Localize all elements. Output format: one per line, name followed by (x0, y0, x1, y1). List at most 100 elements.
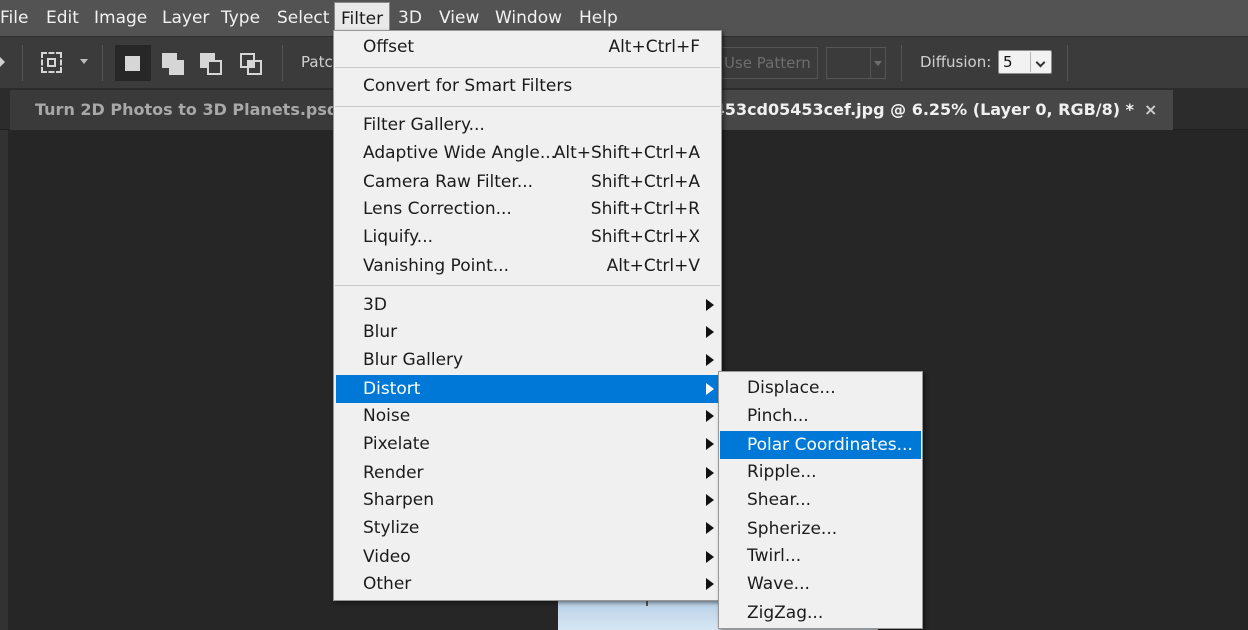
add-to-selection-icon[interactable] (158, 48, 190, 78)
tab-active-document[interactable]: 071611453cd05453cef.jpg @ 6.25% (Layer 0… (700, 90, 1173, 130)
menu-separator (335, 106, 720, 107)
menu-item-label: Liquify... (363, 227, 434, 247)
chevron-down-icon[interactable] (80, 59, 88, 64)
menu-item-shortcut: Shift+Ctrl+A (590, 172, 700, 192)
submenu-arrow-icon (706, 326, 714, 338)
menu-item-label: Blur (363, 322, 398, 342)
menu-item-label: Spherize... (747, 519, 838, 539)
close-icon[interactable]: × (1144, 90, 1157, 130)
submenu-arrow-icon (706, 467, 714, 479)
tab-title: Turn 2D Photos to 3D Planets.psd @ 16. (35, 100, 340, 119)
menu-item-distort[interactable]: Distort (336, 375, 719, 403)
chevron-down-icon (1035, 57, 1046, 68)
menu-item-lens-correction[interactable]: Lens Correction... Shift+Ctrl+R (336, 195, 719, 223)
diffusion-select[interactable]: 5 (998, 50, 1052, 74)
chevron-down-icon (874, 61, 882, 66)
patch-tool-icon[interactable] (38, 48, 70, 78)
menu-item-liquify[interactable]: Liquify... Shift+Ctrl+X (336, 223, 719, 251)
menu-item-shortcut: Shift+Ctrl+R (590, 199, 700, 219)
menu-item-wave[interactable]: Wave... (720, 570, 921, 598)
menu-item-shortcut: Alt+Shift+Ctrl+A (553, 143, 700, 163)
tool-preset-arrow-icon[interactable] (0, 57, 5, 67)
menu-file[interactable]: File (0, 0, 28, 36)
menu-item-twirl[interactable]: Twirl... (720, 542, 921, 570)
menu-edit[interactable]: Edit (46, 0, 79, 36)
diffusion-value: 5 (1003, 53, 1013, 71)
intersect-selection-icon[interactable] (236, 48, 268, 78)
menu-item-label: Convert for Smart Filters (363, 76, 573, 96)
menu-item-label: Filter Gallery... (363, 115, 485, 135)
menu-item-zigzag[interactable]: ZigZag... (720, 599, 921, 627)
submenu-arrow-icon (706, 494, 714, 506)
menu-item-label: Render (363, 463, 424, 483)
menu-item-label: Ripple... (747, 462, 817, 482)
menu-item-label: Twirl... (747, 546, 802, 566)
menu-item-label: Wave... (747, 574, 810, 594)
diffusion-label: Diffusion: (920, 53, 992, 71)
menu-item-vanishing-point[interactable]: Vanishing Point... Alt+Ctrl+V (336, 252, 719, 280)
menu-item-label: Other (363, 574, 412, 594)
submenu-arrow-icon (706, 354, 714, 366)
menu-item-shortcut: Shift+Ctrl+X (590, 227, 700, 247)
tools-panel-edge (0, 130, 8, 630)
menu-type[interactable]: Type (221, 0, 260, 36)
menu-item-label: Pinch... (747, 406, 809, 426)
subtract-from-selection-icon[interactable] (196, 48, 228, 78)
separator (1067, 45, 1068, 81)
separator (901, 45, 902, 81)
separator (102, 45, 103, 81)
submenu-arrow-icon (706, 522, 714, 534)
use-pattern-button[interactable]: Use Pattern (712, 47, 818, 79)
menu-item-displace[interactable]: Displace... (720, 374, 921, 402)
menu-item-label: ZigZag... (747, 603, 824, 623)
separator (22, 45, 23, 81)
menu-item-label: 3D (363, 295, 387, 315)
pattern-picker[interactable] (826, 47, 886, 79)
menu-item-blur[interactable]: Blur (336, 318, 719, 346)
menu-item-label: Distort (363, 379, 421, 399)
menu-item-label: Lens Correction... (363, 199, 512, 219)
use-pattern-label: Use Pattern (724, 54, 811, 72)
menu-item-pinch[interactable]: Pinch... (720, 402, 921, 430)
menu-item-filter-gallery[interactable]: Filter Gallery... (336, 111, 719, 139)
menu-item-noise[interactable]: Noise (336, 402, 719, 430)
submenu-arrow-icon (706, 383, 714, 395)
menu-item-adaptive-wide-angle[interactable]: Adaptive Wide Angle... Alt+Shift+Ctrl+A (336, 139, 719, 167)
menu-item-label: Shear... (747, 490, 812, 510)
menu-item-blur-gallery[interactable]: Blur Gallery (336, 346, 719, 374)
menu-item-label: Stylize (363, 518, 420, 538)
menu-item-3d[interactable]: 3D (336, 291, 719, 319)
menu-item-convert-for-smart-filters[interactable]: Convert for Smart Filters (336, 72, 719, 100)
menu-item-pixelate[interactable]: Pixelate (336, 430, 719, 458)
menu-item-label: Offset (363, 37, 415, 57)
distort-submenu: Displace... Pinch... Polar Coordinates..… (718, 371, 923, 629)
submenu-arrow-icon (706, 551, 714, 563)
new-selection-icon[interactable] (115, 45, 151, 81)
menu-item-label: Vanishing Point... (363, 256, 509, 276)
submenu-arrow-icon (706, 410, 714, 422)
separator (282, 45, 283, 81)
menu-select[interactable]: Select (277, 0, 329, 36)
submenu-arrow-icon (706, 438, 714, 450)
menu-item-shortcut: Alt+Ctrl+F (608, 37, 700, 57)
menu-layer[interactable]: Layer (162, 0, 209, 36)
menu-item-label: Camera Raw Filter... (363, 172, 534, 192)
menu-item-label: Video (363, 547, 411, 567)
menu-item-label: Polar Coordinates... (747, 435, 913, 455)
menu-item-label: Adaptive Wide Angle... (363, 143, 557, 163)
menu-item-render[interactable]: Render (336, 459, 719, 487)
menu-item-ripple[interactable]: Ripple... (720, 458, 921, 486)
menu-item-label: Noise (363, 406, 411, 426)
menu-item-offset[interactable]: Offset Alt+Ctrl+F (336, 33, 719, 61)
menu-item-video[interactable]: Video (336, 543, 719, 571)
menu-item-spherize[interactable]: Spherize... (720, 515, 921, 543)
menu-item-sharpen[interactable]: Sharpen (336, 486, 719, 514)
menu-separator (335, 285, 720, 286)
menu-item-stylize[interactable]: Stylize (336, 514, 719, 542)
menu-image[interactable]: Image (94, 0, 147, 36)
menu-item-other[interactable]: Other (336, 570, 719, 598)
tab-turn-2d-photos[interactable]: Turn 2D Photos to 3D Planets.psd @ 16. (10, 90, 340, 130)
menu-item-polar-coordinates[interactable]: Polar Coordinates... (720, 431, 921, 459)
menu-item-camera-raw-filter[interactable]: Camera Raw Filter... Shift+Ctrl+A (336, 168, 719, 196)
menu-item-shear[interactable]: Shear... (720, 486, 921, 514)
